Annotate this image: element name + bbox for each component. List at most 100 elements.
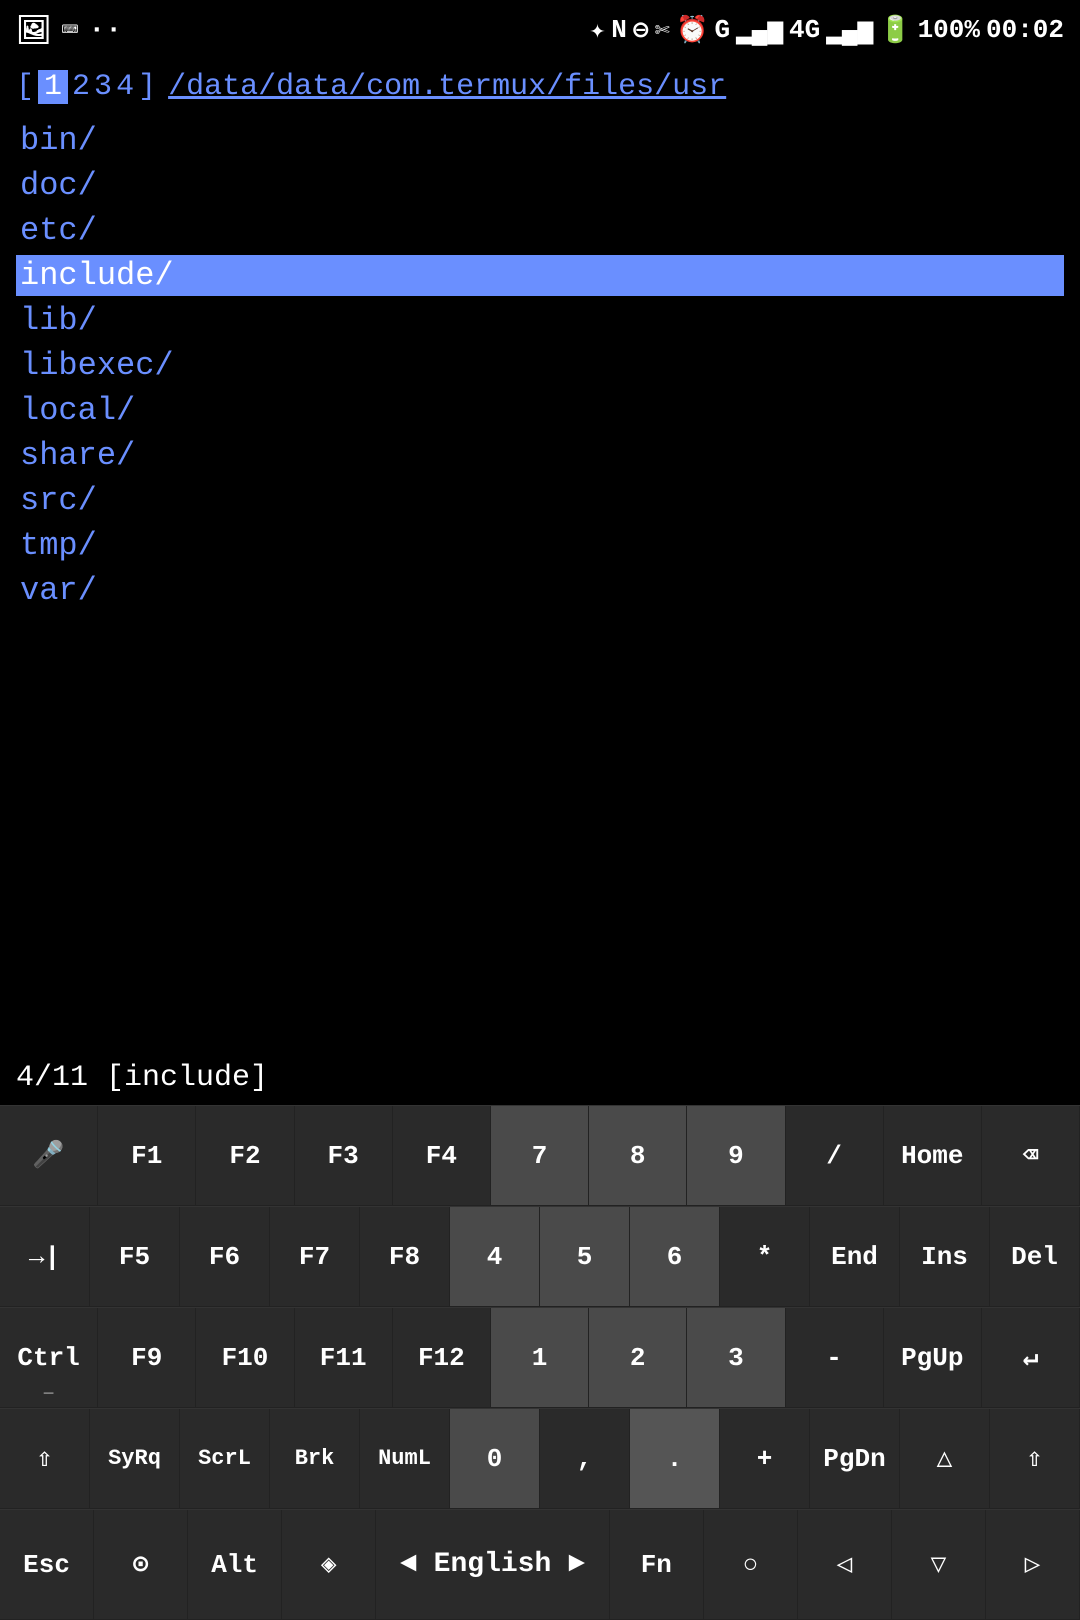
n-icon: N xyxy=(611,15,627,45)
status-bar: 🖼 ⌨ ·· ✦ N ⊖ ✄ ⏰ G ▂▄▆ 4G ▂▄▆ 🔋 100% 00:… xyxy=(0,0,1080,60)
tab-1[interactable]: 1 xyxy=(38,70,68,104)
list-item[interactable]: var/ xyxy=(16,570,1064,611)
diamond-key[interactable]: ◈ xyxy=(282,1510,376,1620)
list-item[interactable]: share/ xyxy=(16,435,1064,476)
keyboard-row-1: 🎤 F1 F2 F3 F4 7 8 9 / Home ⌫ xyxy=(0,1105,1080,1206)
backspace-key[interactable]: ⌫ xyxy=(982,1106,1080,1206)
mic-key[interactable]: 🎤 xyxy=(0,1106,98,1206)
syrq-key[interactable]: SyRq xyxy=(90,1409,180,1509)
tab-key[interactable]: →| xyxy=(0,1207,90,1307)
ins-key[interactable]: Ins xyxy=(900,1207,990,1307)
list-item[interactable]: libexec/ xyxy=(16,345,1064,386)
list-item[interactable]: etc/ xyxy=(16,210,1064,251)
signal2-icon: ▂▄▆ xyxy=(826,15,873,46)
f3-key[interactable]: F3 xyxy=(295,1106,393,1206)
period-key[interactable]: . xyxy=(630,1409,720,1509)
shift-key[interactable]: ⇧ xyxy=(0,1409,90,1509)
tab-3[interactable]: 3 xyxy=(94,70,112,104)
settings-key[interactable]: ⊙ xyxy=(94,1510,188,1620)
alt-key[interactable]: Alt xyxy=(188,1510,282,1620)
keyboard-row-bottom: Esc ⊙ Alt ◈ ◄ English ► Fn ○ ◁ ▽ ▷ xyxy=(0,1509,1080,1620)
shift2-key[interactable]: ⇧ xyxy=(990,1409,1080,1509)
4g-icon: 4G xyxy=(789,15,820,45)
star-key[interactable]: * xyxy=(720,1207,810,1307)
english-key[interactable]: ◄ English ► xyxy=(376,1510,610,1620)
file-list: bin/ doc/ etc/ include/ lib/ libexec/ lo… xyxy=(16,120,1064,611)
esc-key[interactable]: Esc xyxy=(0,1510,94,1620)
list-item[interactable]: src/ xyxy=(16,480,1064,521)
brk-key[interactable]: Brk xyxy=(270,1409,360,1509)
alarm-icon: ⏰ xyxy=(676,15,708,46)
keyboard-icon: ⌨ xyxy=(62,13,79,48)
terminal: [ 1 2 3 4 ] /data/data/com.termux/files/… xyxy=(0,60,1080,1051)
f12-key[interactable]: F12 xyxy=(393,1308,491,1408)
f10-key[interactable]: F10 xyxy=(196,1308,294,1408)
forward-key[interactable]: ▷ xyxy=(986,1510,1080,1620)
battery-icon: 🔋 xyxy=(879,15,911,46)
7-key[interactable]: 7 xyxy=(491,1106,589,1206)
fn-key[interactable]: Fn xyxy=(610,1510,704,1620)
5-key[interactable]: 5 xyxy=(540,1207,630,1307)
minus-key[interactable]: - xyxy=(786,1308,884,1408)
tab-4[interactable]: 4 xyxy=(116,70,134,104)
status-left: 🖼 ⌨ ·· xyxy=(16,13,122,48)
keyboard-row-4: ⇧ SyRq ScrL Brk NumL 0 , . + PgDn △ ⇧ xyxy=(0,1408,1080,1509)
dots-icon: ·· xyxy=(88,15,122,46)
ctrl-key[interactable]: Ctrl─ xyxy=(0,1308,98,1408)
list-item[interactable]: local/ xyxy=(16,390,1064,431)
6-key[interactable]: 6 xyxy=(630,1207,720,1307)
end-key[interactable]: End xyxy=(810,1207,900,1307)
keyboard: 🎤 F1 F2 F3 F4 7 8 9 / Home ⌫ →| F5 F6 F7… xyxy=(0,1105,1080,1620)
f7-key[interactable]: F7 xyxy=(270,1207,360,1307)
1-key[interactable]: 1 xyxy=(491,1308,589,1408)
status-line: 4/11 [include] xyxy=(0,1051,1080,1105)
f11-key[interactable]: F11 xyxy=(295,1308,393,1408)
up-nav-key[interactable]: △ xyxy=(900,1409,990,1509)
status-right: ✦ N ⊖ ✄ ⏰ G ▂▄▆ 4G ▂▄▆ 🔋 100% 00:02 xyxy=(590,15,1064,46)
f9-key[interactable]: F9 xyxy=(98,1308,196,1408)
f1-key[interactable]: F1 xyxy=(98,1106,196,1206)
tab-2[interactable]: 2 xyxy=(72,70,90,104)
tab-bracket-open: [ xyxy=(16,70,34,104)
keyboard-row-3: Ctrl─ F9 F10 F11 F12 1 2 3 - PgUp ↵ xyxy=(0,1307,1080,1408)
plus-key[interactable]: + xyxy=(720,1409,810,1509)
3-key[interactable]: 3 xyxy=(687,1308,785,1408)
tab-bar: [ 1 2 3 4 ] /data/data/com.termux/files/… xyxy=(16,70,1064,104)
f5-key[interactable]: F5 xyxy=(90,1207,180,1307)
terminal-path: /data/data/com.termux/files/usr xyxy=(168,70,726,104)
pgdn-key[interactable]: PgDn xyxy=(810,1409,900,1509)
enter-key[interactable]: ↵ xyxy=(982,1308,1080,1408)
comma-key[interactable]: , xyxy=(540,1409,630,1509)
g-icon: G xyxy=(715,15,731,45)
battery-percent: 100% xyxy=(918,15,980,45)
signal1-icon: ▂▄▆ xyxy=(736,15,783,46)
circle-key[interactable]: ○ xyxy=(704,1510,798,1620)
8-key[interactable]: 8 xyxy=(589,1106,687,1206)
list-item[interactable]: doc/ xyxy=(16,165,1064,206)
pgup-key[interactable]: PgUp xyxy=(884,1308,982,1408)
4-key[interactable]: 4 xyxy=(450,1207,540,1307)
back-key[interactable]: ◁ xyxy=(798,1510,892,1620)
f4-key[interactable]: F4 xyxy=(393,1106,491,1206)
list-item[interactable]: tmp/ xyxy=(16,525,1064,566)
down-nav-key[interactable]: ▽ xyxy=(892,1510,986,1620)
list-item[interactable]: lib/ xyxy=(16,300,1064,341)
9-key[interactable]: 9 xyxy=(687,1106,785,1206)
list-item-selected[interactable]: include/ xyxy=(16,255,1064,296)
2-key[interactable]: 2 xyxy=(589,1308,687,1408)
bluetooth-icon: ✦ xyxy=(590,15,606,46)
numl-key[interactable]: NumL xyxy=(360,1409,450,1509)
0-key[interactable]: 0 xyxy=(450,1409,540,1509)
f2-key[interactable]: F2 xyxy=(196,1106,294,1206)
list-item[interactable]: bin/ xyxy=(16,120,1064,161)
f8-key[interactable]: F8 xyxy=(360,1207,450,1307)
scrl-key[interactable]: ScrL xyxy=(180,1409,270,1509)
minus-circle-icon: ⊖ xyxy=(633,15,649,46)
f6-key[interactable]: F6 xyxy=(180,1207,270,1307)
tools-icon: ✄ xyxy=(654,15,670,46)
slash-key[interactable]: / xyxy=(786,1106,884,1206)
del-key[interactable]: Del xyxy=(990,1207,1080,1307)
tab-bracket-close: ] xyxy=(138,70,156,104)
home-key[interactable]: Home xyxy=(884,1106,982,1206)
clock: 00:02 xyxy=(986,15,1064,45)
